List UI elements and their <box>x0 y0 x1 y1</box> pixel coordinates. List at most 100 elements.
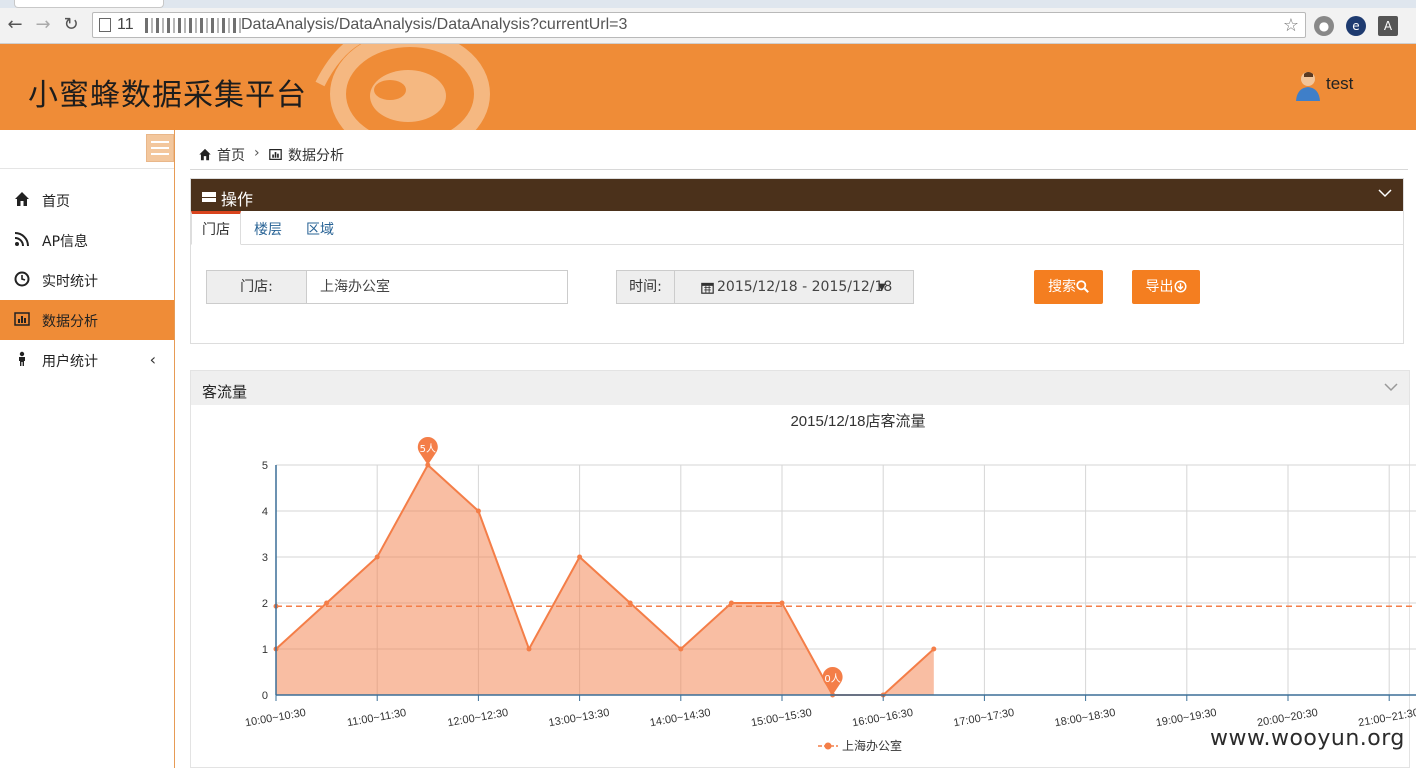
tab-strip <box>0 0 1416 8</box>
data-point <box>678 646 684 652</box>
x-tick-label: 19:00~19:30 <box>1155 707 1218 729</box>
chevron-down-icon[interactable] <box>1383 379 1399 395</box>
user-icon <box>19 351 25 366</box>
data-point <box>779 600 785 606</box>
watermark: www.wooyun.org <box>1210 726 1405 751</box>
chart-title: 2015/12/18店客流量 <box>790 413 925 430</box>
url-redacted <box>145 18 243 33</box>
url-path: DataAnalysis/DataAnalysis/DataAnalysis?c… <box>241 16 628 33</box>
operation-panel-header[interactable]: 操作 <box>191 179 1403 211</box>
sidebar-divider <box>0 168 174 169</box>
data-point <box>324 600 330 606</box>
y-tick-label: 4 <box>262 506 268 518</box>
site-header: 小蜜蜂数据采集平台 test <box>0 44 1416 130</box>
sidebar-item-label: 数据分析 <box>42 314 98 330</box>
filter-tabs: 门店 楼层 区域 <box>191 211 1403 245</box>
address-bar[interactable]: 11 DataAnalysis/DataAnalysis/DataAnalysi… <box>92 12 1306 38</box>
site-title: 小蜜蜂数据采集平台 <box>28 78 307 113</box>
sidebar-item-ap-info[interactable]: AP信息 <box>0 220 174 260</box>
globe-icon[interactable]: ● <box>1314 16 1334 36</box>
x-tick-label: 15:00~15:30 <box>750 707 813 729</box>
x-tick-label: 10:00~10:30 <box>244 707 307 729</box>
data-point <box>526 646 532 652</box>
bar-chart-icon <box>14 312 30 326</box>
sidebar: 首页 AP信息 实时统计 数据分析 用户统计 ‹ <box>0 130 175 768</box>
traffic-panel-header[interactable]: 客流量 <box>191 371 1409 405</box>
chart-area-series: 5人 0人 <box>273 437 1416 698</box>
star-icon[interactable]: ☆ <box>1283 15 1299 36</box>
operation-panel: 操作 门店 楼层 区域 门店: 上海办公室 时间: 2015/12/18 - 2… <box>190 178 1404 344</box>
search-icon <box>1076 280 1089 293</box>
data-point <box>728 600 734 606</box>
tab-store[interactable]: 门店 <box>202 219 230 239</box>
sidebar-item-label: 首页 <box>42 194 70 210</box>
y-tick-label: 5 <box>262 460 268 472</box>
sidebar-item-label: 用户统计 <box>42 354 98 370</box>
tab-floor[interactable]: 楼层 <box>254 219 282 239</box>
search-button-label: 搜索 <box>1048 279 1076 295</box>
url-prefix: 11 <box>117 16 134 33</box>
x-tick-label: 13:00~13:30 <box>548 707 611 729</box>
tab-area[interactable]: 区域 <box>306 219 334 239</box>
breadcrumb-home[interactable]: 首页 <box>217 145 245 165</box>
arrow-right-icon[interactable]: → <box>32 14 54 36</box>
legend-label: 上海办公室 <box>842 738 902 753</box>
chevron-right-icon: › <box>254 145 260 161</box>
search-button[interactable]: 搜索 <box>1034 270 1103 304</box>
chevron-left-icon: ‹ <box>149 350 156 369</box>
sidebar-item-home[interactable]: 首页 <box>0 180 174 220</box>
store-field: 门店: 上海办公室 <box>206 270 568 304</box>
menu-toggle-icon[interactable] <box>146 134 174 162</box>
operation-title: 操作 <box>221 190 254 209</box>
list-icon <box>202 192 216 202</box>
bee-logo-decoration <box>315 44 490 130</box>
max-marker-label: 5人 <box>420 443 436 455</box>
sidebar-item-realtime[interactable]: 实时统计 <box>0 260 174 300</box>
home-icon <box>199 148 211 161</box>
page-icon <box>99 18 111 32</box>
time-label: 时间: <box>617 271 675 303</box>
legend-marker <box>824 742 832 750</box>
x-tick-label: 18:00~18:30 <box>1054 707 1117 729</box>
calendar-icon <box>701 282 714 294</box>
sidebar-item-label: AP信息 <box>42 234 89 250</box>
data-point <box>475 508 481 514</box>
chart-legend[interactable]: 上海办公室 <box>818 738 902 753</box>
data-point <box>931 646 937 652</box>
export-button[interactable]: 导出 <box>1132 270 1200 304</box>
reload-icon[interactable]: ↻ <box>60 14 82 36</box>
home-icon <box>15 192 29 206</box>
x-tick-label: 16:00~16:30 <box>851 707 914 729</box>
e-extension-icon[interactable]: e <box>1346 16 1366 36</box>
date-range-picker[interactable]: 2015/12/18 - 2015/12/18 <box>717 271 892 303</box>
x-tick-label: 14:00~14:30 <box>649 707 712 729</box>
x-tick-label: 11:00~11:30 <box>346 707 407 729</box>
min-marker-label: 0人 <box>824 673 840 685</box>
y-tick-label: 0 <box>262 690 268 702</box>
y-tick-label: 3 <box>262 552 268 564</box>
sidebar-item-label: 实时统计 <box>42 274 98 290</box>
y-tick-label: 1 <box>262 644 268 656</box>
browser-toolbar: ← → ↻ 11 DataAnalysis/DataAnalysis/DataA… <box>0 0 1416 44</box>
data-point <box>577 554 583 560</box>
user-avatar-icon[interactable] <box>1294 70 1322 102</box>
x-tick-label: 17:00~17:30 <box>953 707 1016 729</box>
username[interactable]: test <box>1326 74 1353 94</box>
extension-icon[interactable]: A <box>1378 16 1398 36</box>
bar-chart-icon <box>269 149 282 160</box>
traffic-panel-title: 客流量 <box>202 383 248 401</box>
arrow-left-icon[interactable]: ← <box>4 14 26 36</box>
store-label: 门店: <box>207 271 307 303</box>
sidebar-item-user-stats[interactable]: 用户统计 ‹ <box>0 340 174 380</box>
browser-tab[interactable] <box>14 0 164 8</box>
breadcrumb: 首页 › 数据分析 <box>190 140 1408 170</box>
breadcrumb-current: 数据分析 <box>288 148 344 164</box>
clock-icon <box>14 271 30 287</box>
data-point <box>627 600 633 606</box>
rss-icon <box>14 232 29 247</box>
y-tick-label: 2 <box>262 598 268 610</box>
sidebar-item-data-analysis[interactable]: 数据分析 <box>0 300 174 340</box>
caret-down-icon[interactable]: ▼ <box>878 271 886 305</box>
chevron-down-icon[interactable] <box>1377 185 1393 201</box>
store-select[interactable]: 上海办公室 <box>320 271 390 303</box>
